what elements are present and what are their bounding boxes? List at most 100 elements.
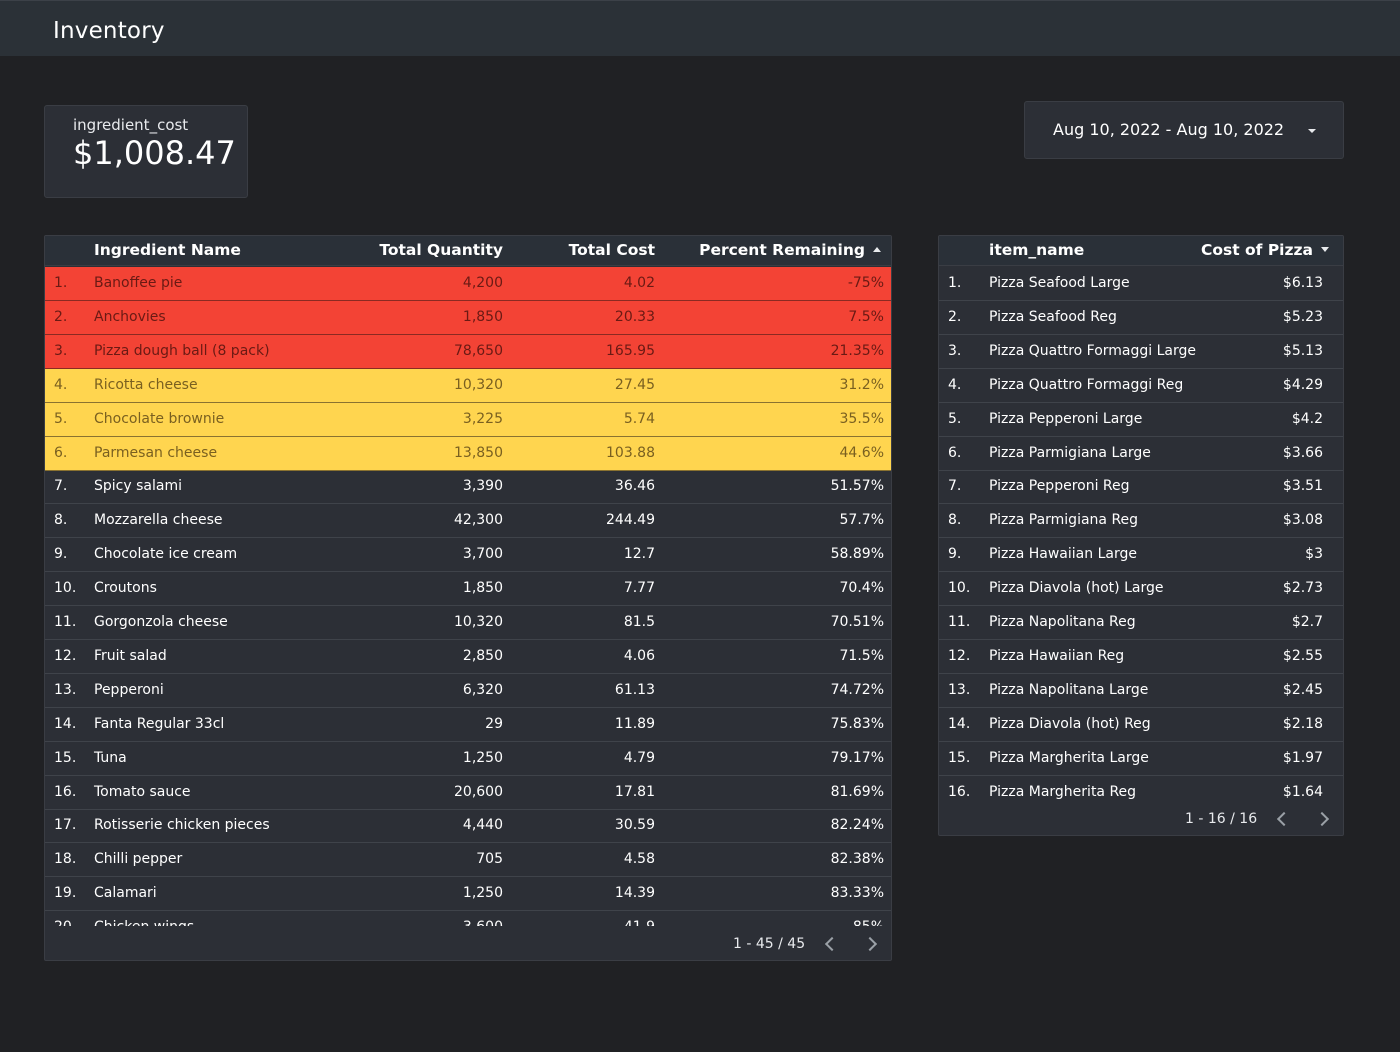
row-number: 9. <box>948 546 962 563</box>
column-header-total-cost[interactable]: Total Cost <box>569 241 655 259</box>
ingredient-cost-scorecard: ingredient_cost $1,008.47 <box>44 105 248 198</box>
table-row[interactable]: 9. Pizza Hawaiian Large $3 <box>939 538 1343 573</box>
table-row[interactable]: 11. Gorgonzola cheese 10,320 81.5 70.51% <box>45 606 891 640</box>
column-header-item-name[interactable]: item_name <box>989 241 1084 259</box>
column-header-ingredient-name[interactable]: Ingredient Name <box>94 241 241 259</box>
row-number: 4. <box>54 376 68 393</box>
row-number: 10. <box>948 580 971 597</box>
table-row[interactable]: 4. Pizza Quattro Formaggi Reg $4.29 <box>939 369 1343 403</box>
table-row[interactable]: 4. Ricotta cheese 10,320 27.45 31.2% <box>45 368 891 403</box>
table-row[interactable]: 15. Pizza Margherita Large $1.97 <box>939 742 1343 776</box>
table-row[interactable]: 6. Pizza Parmigiana Large $3.66 <box>939 437 1343 471</box>
total-cost-cell: 4.58 <box>623 851 655 868</box>
total-quantity-cell: 1,850 <box>462 580 503 597</box>
chevron-left-icon[interactable] <box>1276 811 1292 827</box>
row-number: 5. <box>948 410 962 427</box>
total-quantity-cell: 78,650 <box>454 342 503 359</box>
total-quantity-cell: 1,850 <box>462 308 503 325</box>
total-quantity-cell: 13,850 <box>454 444 503 461</box>
row-number: 6. <box>948 444 962 461</box>
table-row[interactable]: 19. Calamari 1,250 14.39 83.33% <box>45 877 891 912</box>
table-row[interactable]: 10. Croutons 1,850 7.77 70.4% <box>45 572 891 607</box>
row-number: 19. <box>54 885 77 902</box>
column-header-cost-of-pizza[interactable]: Cost of Pizza <box>1201 241 1329 259</box>
table-row[interactable]: 17. Rotisserie chicken pieces 4,440 30.59 82… <box>45 809 891 844</box>
chevron-right-icon[interactable] <box>862 936 878 952</box>
pizza-pagination-label: 1 - 16 / 16 <box>1185 811 1258 827</box>
total-cost-cell: 36.46 <box>614 478 655 495</box>
percent-remaining-cell: 57.7% <box>839 512 884 529</box>
table-row[interactable]: 20. Chicken wings 3,600 41.9 85% <box>45 911 891 926</box>
total-quantity-cell: 3,700 <box>462 546 503 563</box>
ingredient-name-cell: Croutons <box>94 580 157 597</box>
ingredient-name-cell: Banoffee pie <box>94 275 183 291</box>
row-number: 11. <box>948 614 971 630</box>
table-row[interactable]: 15. Tuna 1,250 4.79 79.17% <box>45 742 891 776</box>
column-header-cost-of-pizza-label: Cost of Pizza <box>1200 241 1313 259</box>
row-number: 2. <box>948 308 962 325</box>
ingredients-table: Ingredient Name Total Quantity Total Cos… <box>44 235 892 961</box>
table-row[interactable]: 8. Mozzarella cheese 42,300 244.49 57.7% <box>45 504 891 539</box>
table-row[interactable]: 1. Pizza Seafood Large $6.13 <box>939 267 1343 301</box>
table-row[interactable]: 3. Pizza dough ball (8 pack) 78,650 165.95 2… <box>45 334 891 369</box>
date-range-picker[interactable]: Aug 10, 2022 - Aug 10, 2022 <box>1024 101 1344 159</box>
pizza-cost-cell: $3 <box>1305 546 1323 563</box>
pizza-cost-cell: $2.73 <box>1282 580 1323 597</box>
pizza-cost-cell: $2.18 <box>1282 715 1323 732</box>
percent-remaining-cell: 51.57% <box>830 478 884 495</box>
table-row[interactable]: 18. Chilli pepper 705 4.58 82.38% <box>45 843 891 878</box>
table-row[interactable]: 13. Pepperoni 6,320 61.13 74.72% <box>45 674 891 708</box>
pizza-name-cell: Pizza Margherita Reg <box>989 783 1137 800</box>
table-row[interactable]: 10. Pizza Diavola (hot) Large $2.73 <box>939 572 1343 607</box>
ingredients-table-header: Ingredient Name Total Quantity Total Cos… <box>45 236 891 266</box>
table-row[interactable]: 7. Spicy salami 3,390 36.46 51.57% <box>45 470 891 505</box>
table-row[interactable]: 7. Pizza Pepperoni Reg $3.51 <box>939 470 1343 505</box>
table-row[interactable]: 6. Parmesan cheese 13,850 103.88 44.6% <box>45 436 891 471</box>
table-row[interactable]: 12. Pizza Hawaiian Reg $2.55 <box>939 640 1343 674</box>
row-number: 17. <box>54 817 77 834</box>
ingredient-name-cell: Tomato sauce <box>94 783 191 800</box>
row-number: 20. <box>54 919 76 926</box>
total-cost-cell: 17.81 <box>614 783 655 800</box>
column-header-percent-remaining[interactable]: Percent Remaining <box>699 241 881 259</box>
pizza-name-cell: Pizza Diavola (hot) Large <box>989 580 1164 597</box>
table-row[interactable]: 14. Fanta Regular 33cl 29 11.89 75.83% <box>45 708 891 742</box>
total-quantity-cell: 2,850 <box>462 647 503 664</box>
table-row[interactable]: 5. Pizza Pepperoni Large $4.2 <box>939 403 1343 437</box>
pizza-name-cell: Pizza Seafood Reg <box>989 308 1117 325</box>
ingredient-name-cell: Tuna <box>94 749 127 766</box>
total-cost-cell: 41.9 <box>624 919 655 926</box>
chevron-left-icon[interactable] <box>824 936 840 952</box>
ingredient-name-cell: Pepperoni <box>94 681 164 698</box>
total-cost-cell: 61.13 <box>614 681 655 698</box>
table-row[interactable]: 2. Pizza Seafood Reg $5.23 <box>939 301 1343 335</box>
table-row[interactable]: 3. Pizza Quattro Formaggi Large $5.13 <box>939 335 1343 369</box>
row-number: 18. <box>54 851 77 868</box>
total-quantity-cell: 10,320 <box>454 376 503 393</box>
sort-descending-icon <box>1321 247 1329 252</box>
ingredient-name-cell: Chocolate brownie <box>94 410 225 427</box>
table-row[interactable]: 1. Banoffee pie 4,200 4.02 -75% <box>45 267 891 301</box>
total-quantity-cell: 705 <box>476 851 503 868</box>
ingredients-pagination-label: 1 - 45 / 45 <box>733 936 806 952</box>
total-quantity-cell: 3,390 <box>462 478 503 495</box>
table-row[interactable]: 14. Pizza Diavola (hot) Reg $2.18 <box>939 708 1343 742</box>
table-row[interactable]: 8. Pizza Parmigiana Reg $3.08 <box>939 504 1343 539</box>
row-number: 8. <box>54 512 68 529</box>
table-row[interactable]: 13. Pizza Napolitana Large $2.45 <box>939 674 1343 708</box>
row-number: 14. <box>948 715 971 732</box>
table-row[interactable]: 12. Fruit salad 2,850 4.06 71.5% <box>45 640 891 674</box>
row-number: 1. <box>54 275 68 291</box>
table-row[interactable]: 16. Pizza Margherita Reg $1.64 <box>939 776 1343 809</box>
table-row[interactable]: 5. Chocolate brownie 3,225 5.74 35.5% <box>45 402 891 437</box>
table-row[interactable]: 9. Chocolate ice cream 3,700 12.7 58.89% <box>45 538 891 573</box>
total-cost-cell: 11.89 <box>614 715 655 732</box>
column-header-total-quantity[interactable]: Total Quantity <box>379 241 503 259</box>
total-cost-cell: 244.49 <box>606 512 655 529</box>
table-row[interactable]: 11. Pizza Napolitana Reg $2.7 <box>939 606 1343 640</box>
row-number: 9. <box>54 546 68 563</box>
pizza-cost-cell: $3.66 <box>1282 444 1323 461</box>
table-row[interactable]: 16. Tomato sauce 20,600 17.81 81.69% <box>45 776 891 810</box>
chevron-right-icon[interactable] <box>1314 811 1330 827</box>
table-row[interactable]: 2. Anchovies 1,850 20.33 7.5% <box>45 300 891 335</box>
